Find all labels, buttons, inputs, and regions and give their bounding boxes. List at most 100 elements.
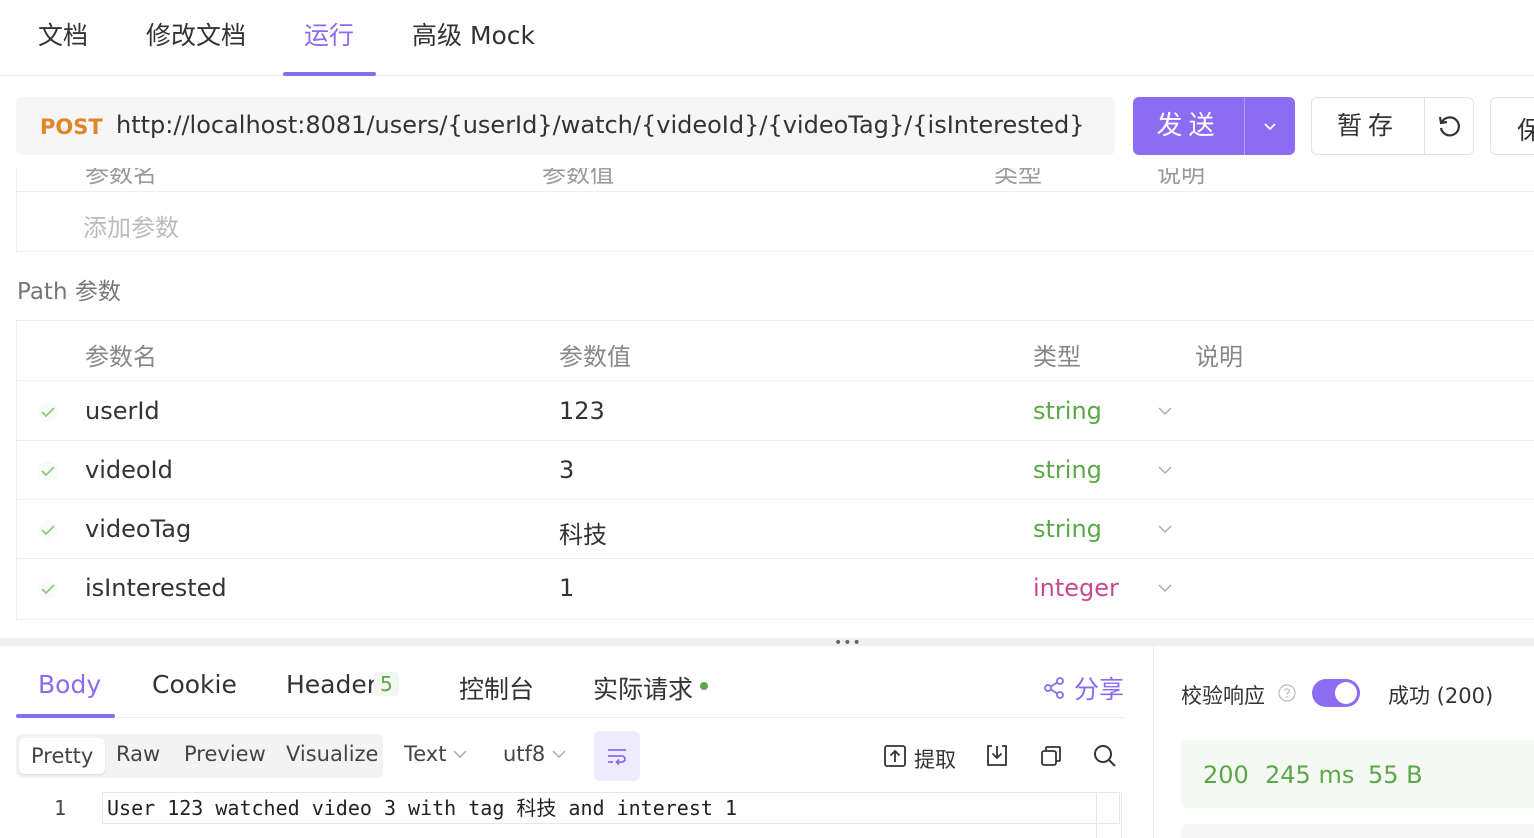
send-label: 发送 bbox=[1156, 111, 1221, 141]
table-row: userId 123 string bbox=[17, 382, 1534, 441]
header-param-value: 参数值 bbox=[559, 343, 631, 371]
response-size: 55 B bbox=[1368, 761, 1423, 789]
code-line[interactable]: User 123 watched video 3 with tag 科技 and… bbox=[102, 792, 1120, 824]
param-value[interactable]: 123 bbox=[559, 397, 605, 425]
view-mode-group: Pretty Raw Preview Visualize bbox=[16, 734, 383, 778]
save-draft-label: 暂存 bbox=[1336, 111, 1399, 140]
extract-icon[interactable] bbox=[882, 743, 908, 769]
format-value: Text bbox=[404, 742, 447, 766]
chevron-down-icon bbox=[1264, 123, 1276, 131]
table-header: 参数名 参数值 类型 说明 bbox=[17, 321, 1534, 381]
view-preview[interactable]: Preview bbox=[184, 742, 266, 766]
top-tabs: 文档 修改文档 运行 高级 Mock bbox=[0, 0, 1534, 76]
validate-toggle[interactable] bbox=[1312, 679, 1360, 707]
response-tabs: Body Cookie Header 5 控制台 实际请求 分享 bbox=[16, 650, 1124, 718]
header-count-badge: 5 bbox=[374, 672, 399, 696]
send-dropdown-button[interactable] bbox=[1245, 97, 1295, 155]
path-params-title: Path 参数 bbox=[17, 279, 121, 305]
check-icon[interactable] bbox=[37, 578, 59, 600]
active-tab-indicator bbox=[283, 72, 376, 76]
path-params-table: 参数名 参数值 类型 说明 userId 123 string videoId … bbox=[16, 320, 1534, 620]
wrap-icon bbox=[608, 749, 626, 766]
tab-actual-request[interactable]: 实际请求 bbox=[593, 670, 693, 706]
status-code: 200 bbox=[1203, 761, 1249, 789]
word-wrap-button[interactable] bbox=[594, 731, 640, 781]
encoding-select[interactable]: utf8 bbox=[503, 742, 567, 766]
panel-footer bbox=[1181, 824, 1534, 838]
header-description: 说明 bbox=[1195, 343, 1243, 371]
tab-console[interactable]: 控制台 bbox=[459, 670, 534, 706]
param-type[interactable]: string bbox=[1033, 515, 1102, 543]
table-row: isInterested 1 integer bbox=[17, 559, 1534, 618]
param-type[interactable]: string bbox=[1033, 397, 1102, 425]
help-icon[interactable] bbox=[1278, 684, 1296, 702]
check-icon[interactable] bbox=[37, 401, 59, 423]
save-button[interactable]: 保 bbox=[1490, 97, 1534, 155]
download-icon[interactable] bbox=[984, 743, 1010, 769]
tab-advanced-mock[interactable]: 高级 Mock bbox=[412, 16, 535, 52]
divider bbox=[1153, 646, 1154, 838]
tab-cookie[interactable]: Cookie bbox=[152, 670, 237, 699]
add-param-input[interactable]: 添加参数 bbox=[83, 208, 179, 243]
query-params-table: 参数名 参数值 类型 说明 添加参数 bbox=[16, 168, 1534, 252]
share-button[interactable]: 分享 bbox=[1042, 670, 1124, 706]
query-header-desc: 说明 bbox=[1157, 168, 1205, 188]
query-header-value: 参数值 bbox=[542, 168, 614, 188]
response-status-bar: 200 245 ms 55 B bbox=[1181, 740, 1534, 808]
param-value[interactable]: 3 bbox=[559, 456, 574, 484]
tab-run[interactable]: 运行 bbox=[304, 16, 354, 52]
view-raw[interactable]: Raw bbox=[116, 742, 160, 766]
share-icon bbox=[1044, 677, 1064, 699]
chevron-down-icon[interactable] bbox=[1156, 520, 1174, 538]
check-icon[interactable] bbox=[37, 460, 59, 482]
scrollbar[interactable] bbox=[1096, 792, 1122, 838]
divider bbox=[17, 191, 1534, 192]
format-select[interactable]: Text bbox=[404, 742, 468, 766]
url-input[interactable]: http://localhost:8081/users/{userId}/wat… bbox=[116, 111, 1084, 139]
tab-body[interactable]: Body bbox=[38, 670, 101, 699]
drag-handle-icon[interactable]: ••• bbox=[834, 635, 862, 651]
save-label: 保 bbox=[1517, 111, 1534, 147]
param-value[interactable]: 科技 bbox=[559, 515, 607, 550]
response-time: 245 ms bbox=[1265, 761, 1355, 789]
header-param-name: 参数名 bbox=[85, 343, 157, 371]
param-name[interactable]: isInterested bbox=[85, 574, 227, 602]
save-draft-button[interactable]: 暂存 bbox=[1311, 97, 1474, 155]
refresh-icon bbox=[1438, 116, 1460, 137]
param-value[interactable]: 1 bbox=[559, 574, 574, 602]
panel-splitter[interactable] bbox=[0, 638, 1534, 646]
send-button[interactable]: 发送 bbox=[1133, 97, 1295, 155]
search-icon[interactable] bbox=[1092, 743, 1118, 769]
chevron-down-icon[interactable] bbox=[1156, 461, 1174, 479]
encoding-value: utf8 bbox=[503, 742, 546, 766]
tab-docs[interactable]: 文档 bbox=[38, 16, 88, 52]
url-bar[interactable]: POST http://localhost:8081/users/{userId… bbox=[16, 97, 1115, 155]
status-dot bbox=[700, 682, 708, 690]
header-type: 类型 bbox=[1033, 343, 1081, 371]
copy-icon[interactable] bbox=[1038, 743, 1064, 769]
chevron-down-icon[interactable] bbox=[1156, 579, 1174, 597]
param-type[interactable]: integer bbox=[1033, 574, 1119, 602]
param-name[interactable]: videoId bbox=[85, 456, 173, 484]
view-pretty[interactable]: Pretty bbox=[19, 738, 106, 774]
toggle-knob bbox=[1335, 682, 1357, 704]
view-visualize[interactable]: Visualize bbox=[286, 742, 378, 766]
query-header-type: 类型 bbox=[994, 168, 1042, 188]
table-row: videoTag 科技 string bbox=[17, 500, 1534, 559]
share-label: 分享 bbox=[1074, 675, 1125, 704]
method-select[interactable]: POST bbox=[40, 115, 103, 139]
param-type[interactable]: string bbox=[1033, 456, 1102, 484]
validate-response-label: 校验响应 bbox=[1181, 684, 1265, 708]
chevron-down-icon[interactable] bbox=[1156, 402, 1174, 420]
chevron-down-icon bbox=[552, 750, 566, 758]
active-tab-indicator bbox=[16, 714, 115, 718]
tab-edit-docs[interactable]: 修改文档 bbox=[146, 16, 246, 52]
response-body-editor[interactable]: 1 User 123 watched video 3 with tag 科技 a… bbox=[16, 792, 1122, 838]
param-name[interactable]: userId bbox=[85, 397, 160, 425]
query-header-name: 参数名 bbox=[85, 168, 157, 188]
reset-button[interactable] bbox=[1425, 98, 1473, 154]
tab-header[interactable]: Header bbox=[286, 670, 377, 699]
extract-button[interactable]: 提取 bbox=[914, 744, 956, 774]
param-name[interactable]: videoTag bbox=[85, 515, 191, 543]
check-icon[interactable] bbox=[37, 519, 59, 541]
